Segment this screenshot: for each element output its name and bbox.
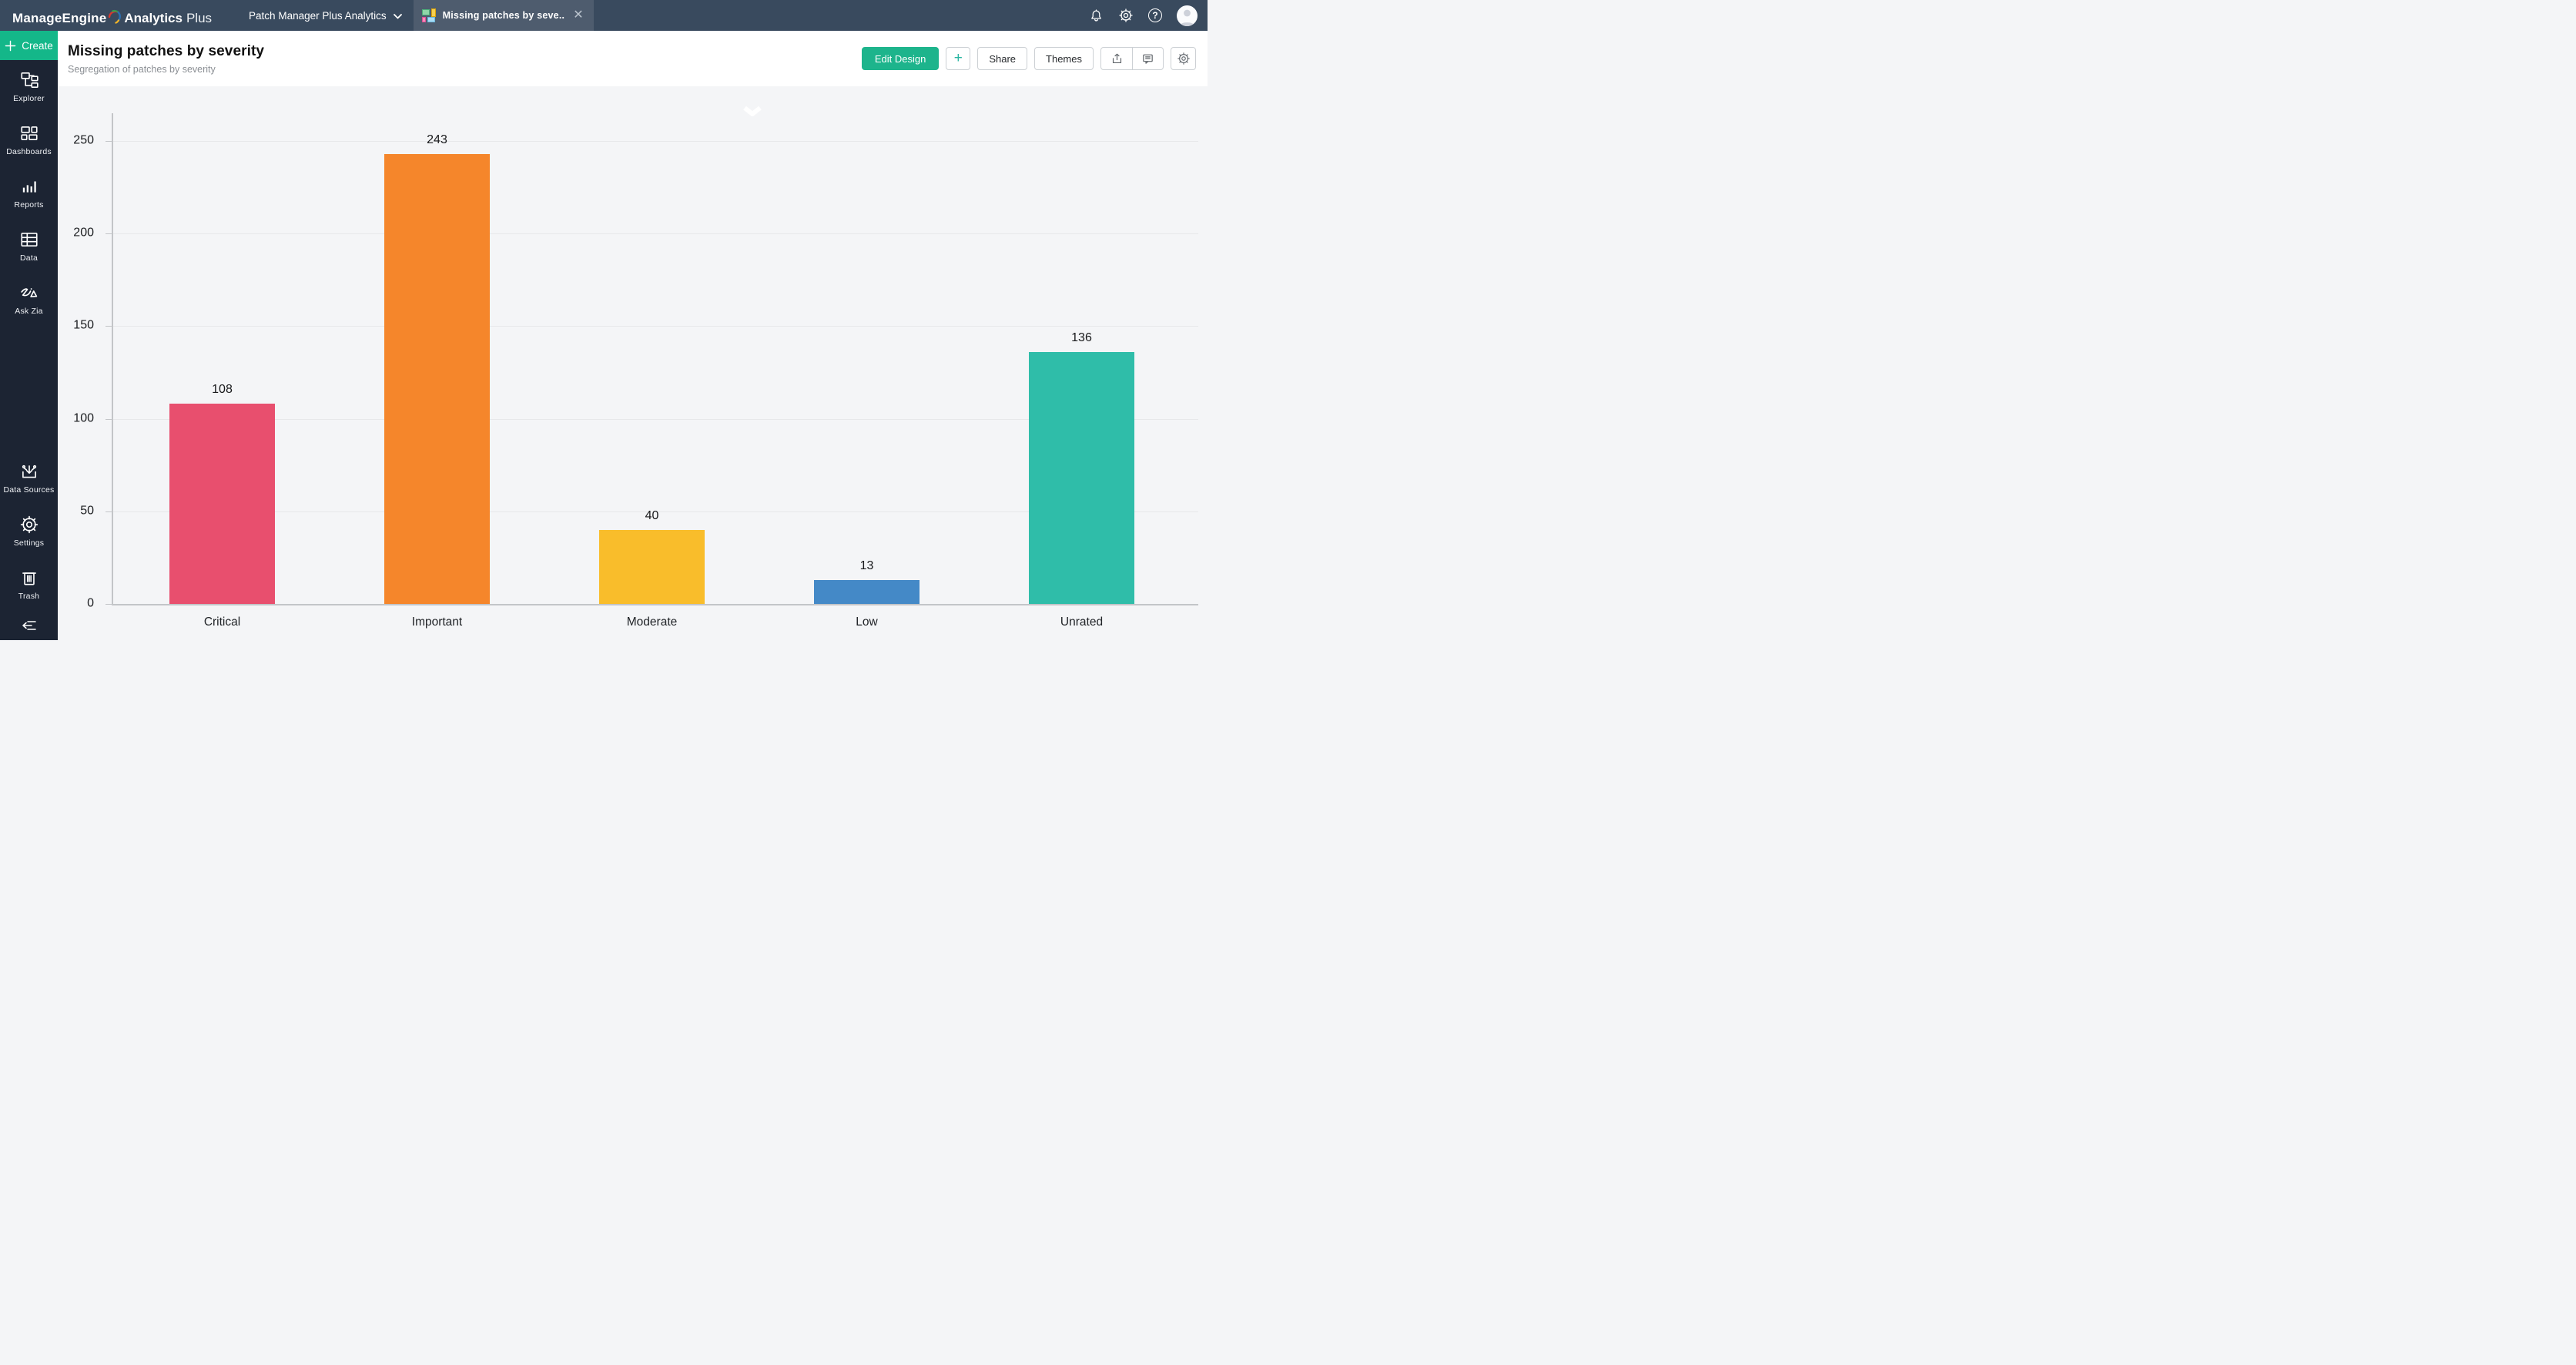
comment-icon [1141, 52, 1154, 65]
sidebar-item-label: Data [20, 253, 38, 263]
topbar: ManageEngine Analytics Plus Patch Manage… [0, 0, 1208, 31]
bar-important[interactable] [384, 154, 490, 604]
y-axis-tick [106, 233, 112, 234]
sidebar-item-label: Settings [14, 538, 45, 548]
page-title: Missing patches by severity [68, 43, 264, 60]
help-icon[interactable]: ? [1148, 8, 1162, 22]
brand-analytics: Analytics [124, 11, 183, 26]
help-glyph: ? [1152, 10, 1157, 21]
y-axis-tick-label: 100 [58, 411, 94, 425]
header-actions: Edit Design + Share Themes [862, 47, 1208, 70]
brand-logo: ManageEngine Analytics Plus [12, 5, 212, 26]
x-axis-category-label: Moderate [627, 615, 677, 629]
gridline [112, 233, 1198, 234]
bar-low[interactable] [814, 580, 920, 604]
sidebar-item-data[interactable]: Data [0, 220, 58, 273]
trash-icon [19, 568, 39, 588]
gear-icon [1177, 52, 1191, 65]
create-button-label: Create [22, 40, 53, 52]
bar-value-label: 108 [212, 383, 233, 397]
y-axis-tick [106, 419, 112, 420]
notifications-bell-icon[interactable] [1089, 8, 1104, 24]
y-axis-tick [106, 511, 112, 512]
report-settings-button[interactable] [1171, 47, 1196, 70]
export-comment-group [1100, 47, 1164, 70]
sidebar-item-label: Ask Zia [15, 307, 42, 316]
bar-value-label: 40 [645, 509, 659, 523]
y-axis-tick [106, 141, 112, 142]
x-axis-category-label: Important [412, 615, 462, 629]
bar-value-label: 243 [427, 133, 447, 147]
page-subtitle: Segregation of patches by severity [68, 64, 264, 75]
sidebar-item-label: Reports [14, 200, 43, 210]
brand-manageengine: ManageEngine [12, 11, 106, 26]
brand-plus: Plus [186, 11, 212, 26]
share-button[interactable]: Share [977, 47, 1027, 70]
bar-critical[interactable] [169, 404, 275, 604]
x-axis-line [112, 604, 1198, 605]
explorer-icon [19, 70, 39, 90]
y-axis-tick-label: 150 [58, 319, 94, 333]
sidebar-item-dashboards[interactable]: Dashboards [0, 113, 58, 166]
settings-gear-icon[interactable] [1118, 8, 1134, 23]
plus-icon [5, 40, 16, 52]
edit-design-button[interactable]: Edit Design [862, 47, 939, 70]
sidebar-item-label: Data Sources [3, 485, 54, 495]
workspace-selector[interactable]: Patch Manager Plus Analytics [249, 10, 402, 22]
bar-value-label: 136 [1071, 331, 1092, 345]
bar-chart: 0 50 100 150 200 250 108 Critical 243 Important 40… [58, 86, 1208, 640]
bar-value-label: 13 [860, 559, 874, 573]
sidebar-item-label: Dashboards [6, 147, 52, 156]
reports-icon [19, 176, 39, 196]
tab-missing-patches[interactable]: Missing patches by seve.. ✕ [414, 0, 594, 31]
sidebar-item-data-sources[interactable]: Data Sources [0, 451, 58, 505]
collapse-arrow-icon [20, 618, 39, 633]
add-button[interactable]: + [946, 47, 970, 70]
export-icon [1110, 52, 1124, 65]
user-avatar[interactable] [1177, 5, 1198, 26]
settings-gear-icon [19, 515, 39, 535]
y-axis-tick-label: 0 [58, 597, 94, 611]
sidebar-item-ask-zia[interactable]: Ask Zia [0, 273, 58, 326]
topbar-actions: ? [1089, 5, 1208, 26]
data-sources-icon [19, 461, 39, 481]
sidebar: Create Explorer Dashboards Reports Data [0, 31, 58, 640]
y-axis-tick-label: 200 [58, 226, 94, 240]
gridline [112, 141, 1198, 142]
gridline [112, 326, 1198, 327]
x-axis-category-label: Low [856, 615, 877, 629]
data-table-icon [19, 230, 39, 250]
sidebar-item-label: Explorer [13, 94, 45, 103]
bar-moderate[interactable] [599, 530, 705, 604]
workspace-selector-label: Patch Manager Plus Analytics [249, 10, 387, 22]
sidebar-item-trash[interactable]: Trash [0, 558, 58, 611]
create-button[interactable]: Create [0, 31, 58, 60]
manageengine-swirl-icon [107, 8, 121, 25]
y-axis-tick [106, 326, 112, 327]
chart-area: 0 50 100 150 200 250 108 Critical 243 Important 40… [58, 86, 1208, 640]
x-axis-category-label: Unrated [1060, 615, 1103, 629]
y-axis-line [112, 113, 113, 604]
tab-close-icon[interactable]: ✕ [573, 9, 583, 22]
report-tab-icon [422, 8, 436, 22]
sidebar-item-explorer[interactable]: Explorer [0, 60, 58, 113]
sidebar-item-label: Trash [18, 592, 39, 601]
dashboards-icon [19, 123, 39, 143]
y-axis-tick-label: 250 [58, 134, 94, 148]
export-button[interactable] [1101, 48, 1132, 69]
themes-button[interactable]: Themes [1034, 47, 1094, 70]
y-axis-tick-label: 50 [58, 504, 94, 518]
page-header: Missing patches by severity Segregation … [58, 31, 1208, 86]
chevron-down-icon [394, 14, 402, 19]
x-axis-category-label: Critical [204, 615, 240, 629]
sidebar-item-settings[interactable]: Settings [0, 505, 58, 558]
y-axis-tick [106, 604, 112, 605]
tab-label: Missing patches by seve.. [443, 10, 565, 21]
sidebar-collapse-button[interactable] [0, 611, 58, 640]
ask-zia-icon [18, 283, 39, 303]
bar-unrated[interactable] [1029, 352, 1134, 604]
sidebar-item-reports[interactable]: Reports [0, 166, 58, 220]
comments-button[interactable] [1132, 48, 1163, 69]
